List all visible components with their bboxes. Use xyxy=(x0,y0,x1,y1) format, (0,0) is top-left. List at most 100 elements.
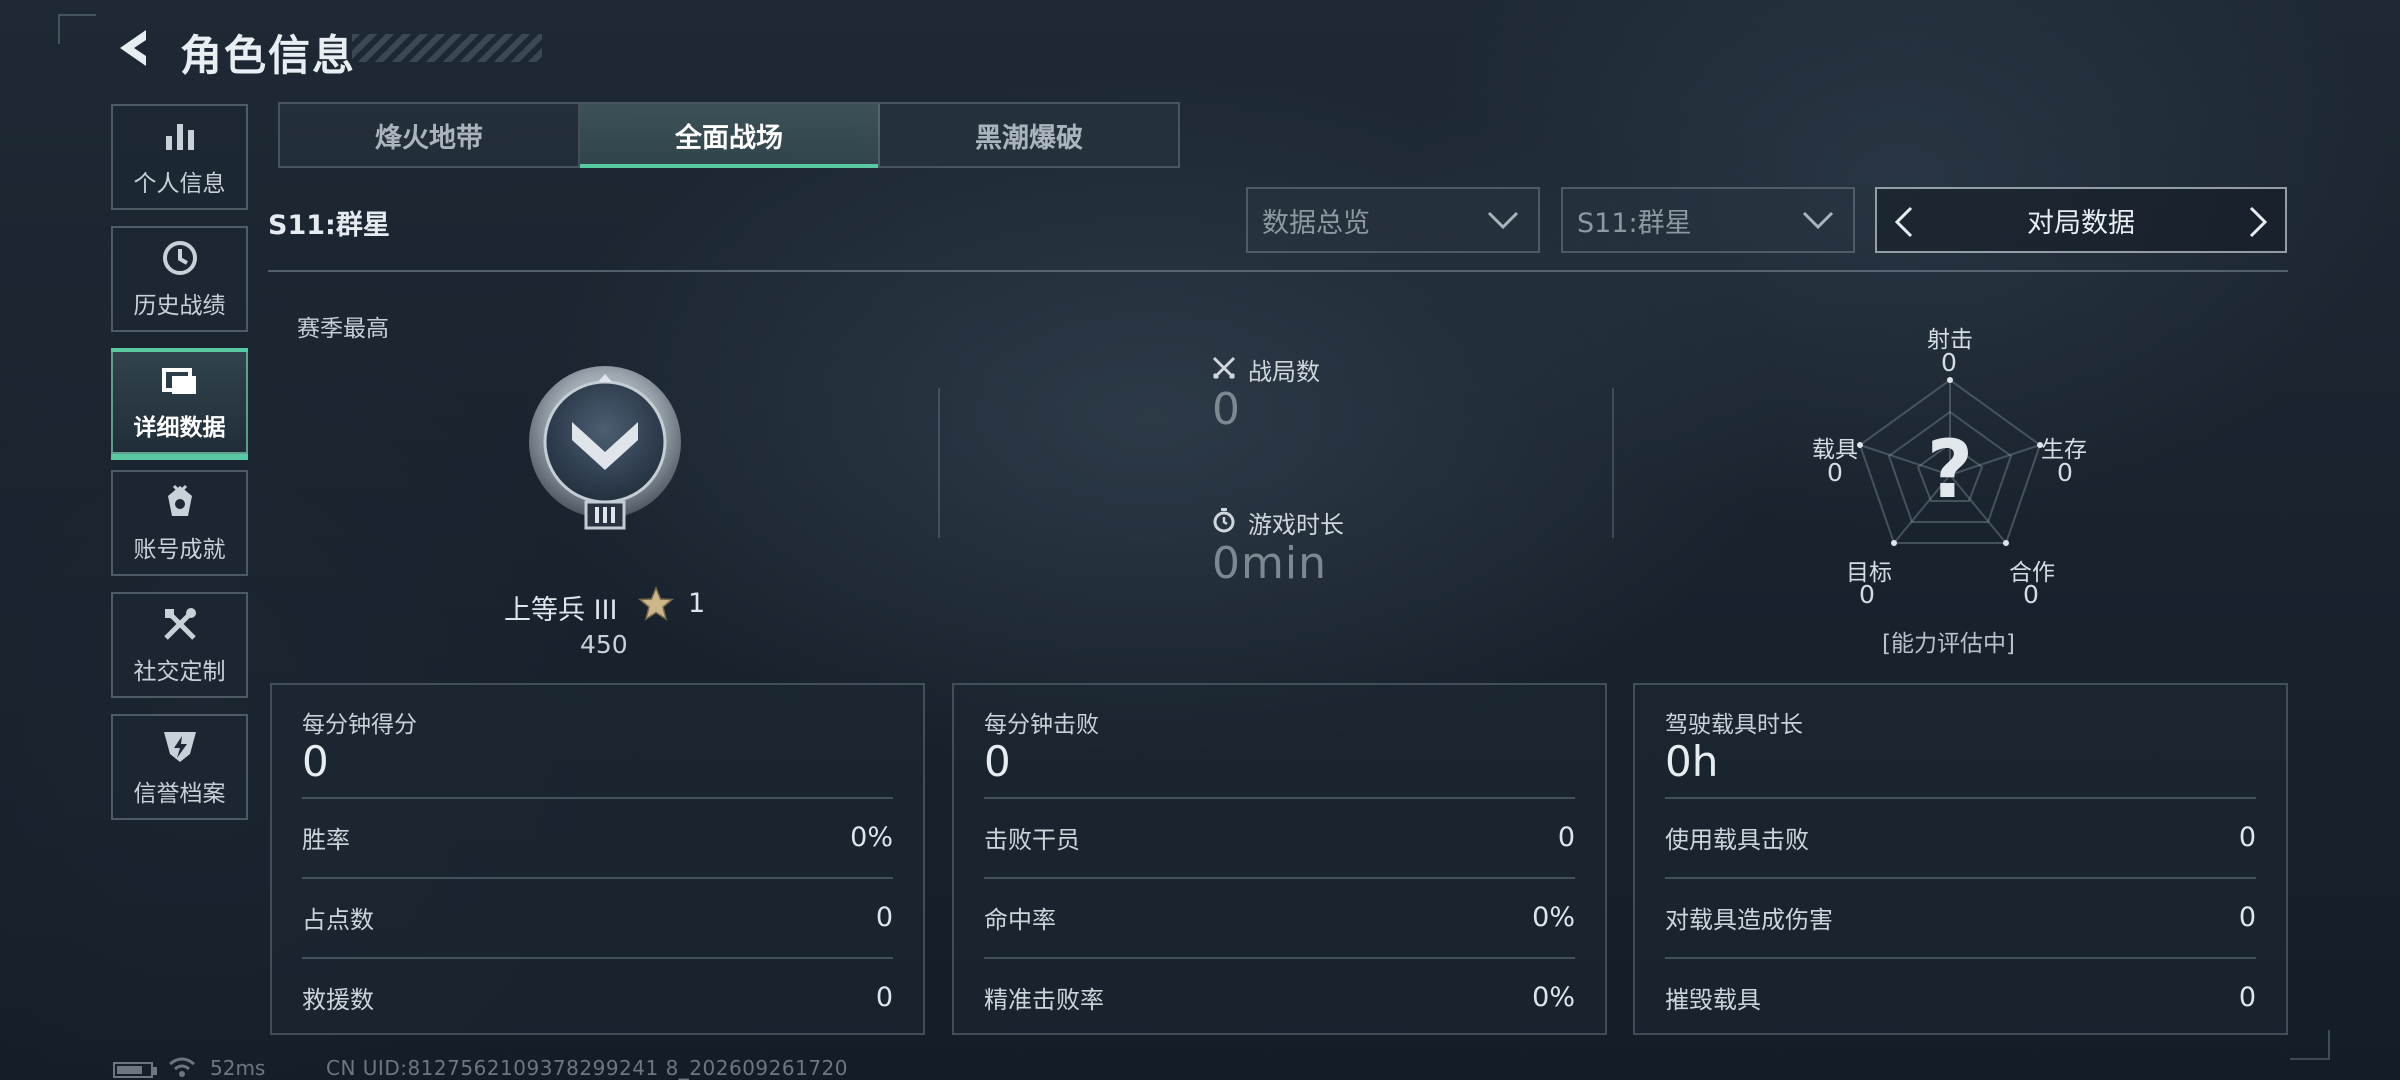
panel-value: 0 xyxy=(984,737,1011,786)
vehicle-panel: 驾驶载具时长 0h 使用载具击败 0 对载具造成伤害 0 摧毁载具 0 xyxy=(1633,683,2288,1035)
panel-value: 0 xyxy=(302,737,329,786)
stat-row: 精准击败率 0% xyxy=(984,967,1575,1027)
divider xyxy=(1665,797,2256,799)
wifi-icon xyxy=(169,1057,195,1077)
stat-row: 对载具造成伤害 0 xyxy=(1665,887,2256,947)
stat-row: 击败干员 0 xyxy=(984,807,1575,867)
playtime-label: 游戏时长 xyxy=(1248,511,1344,539)
sidebar-item-label: 历史战绩 xyxy=(133,293,226,319)
season-best-label: 赛季最高 xyxy=(297,316,389,342)
stopwatch-icon xyxy=(1213,508,1235,533)
radar-center-mark: ? xyxy=(1927,423,1973,516)
panel-title: 每分钟击败 xyxy=(984,712,1099,738)
divider xyxy=(1665,877,2256,879)
uid-text: CN UID:8127562109378299241 8_20260926172… xyxy=(326,1056,849,1080)
stat-value: 0 xyxy=(875,981,893,1013)
tools-icon xyxy=(163,608,196,640)
stat-label: 使用载具击败 xyxy=(1665,825,1809,854)
ping-text: 52ms xyxy=(210,1056,266,1080)
battery-icon xyxy=(113,1062,157,1078)
chevron-down-icon xyxy=(1802,211,1834,230)
sidebar-item-label: 账号成就 xyxy=(133,537,226,563)
ability-radar-chart: ? xyxy=(1857,377,2043,546)
kills-panel: 每分钟击败 0 击败干员 0 命中率 0% 精准击败率 0% xyxy=(952,683,1607,1035)
radar-axis-value: 0 xyxy=(1859,580,1875,609)
star-count: 1 xyxy=(688,588,706,619)
stat-value: 0 xyxy=(2238,981,2256,1013)
divider xyxy=(984,877,1575,879)
radar-axis-value: 0 xyxy=(1827,458,1843,487)
divider xyxy=(302,877,893,879)
shield-bolt-icon xyxy=(163,732,196,762)
rank-points: 450 xyxy=(580,630,628,659)
stat-label: 对载具造成伤害 xyxy=(1665,905,1833,934)
sidebar-item-social-custom[interactable]: 社交定制 xyxy=(111,592,248,698)
chevron-left-icon[interactable] xyxy=(1891,205,1917,239)
stat-label: 击败干员 xyxy=(984,825,1080,854)
back-arrow-icon[interactable] xyxy=(112,26,156,70)
crossed-swords-icon xyxy=(1212,356,1236,380)
sidebar-item-history[interactable]: 历史战绩 xyxy=(111,226,248,332)
panel-value: 0h xyxy=(1665,737,1719,786)
score-panel: 每分钟得分 0 胜率 0% 占点数 0 救援数 0 xyxy=(270,683,925,1035)
matches-value: 0 xyxy=(1212,384,1241,435)
stat-value: 0 xyxy=(1557,821,1575,853)
divider xyxy=(984,797,1575,799)
radar-axis-value: 0 xyxy=(1941,348,1957,377)
data-type-switcher: 对局数据 xyxy=(1875,187,2287,253)
stat-row: 占点数 0 xyxy=(302,887,893,947)
title-decoration xyxy=(352,34,542,62)
sidebar-item-label: 信誉档案 xyxy=(133,781,226,807)
radar-axis-value: 0 xyxy=(2023,580,2039,609)
rank-badge-icon xyxy=(529,366,681,530)
tab-blacktide-demolition[interactable]: 黑潮爆破 xyxy=(880,104,1178,166)
stat-row: 救援数 0 xyxy=(302,967,893,1027)
stat-value: 0% xyxy=(1532,981,1575,1013)
stat-value: 0 xyxy=(875,901,893,933)
hud-corner xyxy=(58,14,96,44)
page-title: 角色信息 xyxy=(180,31,357,80)
chevron-right-icon[interactable] xyxy=(2245,205,2271,239)
stat-label: 命中率 xyxy=(984,905,1056,934)
hud-corner xyxy=(2290,1030,2330,1060)
stat-row: 胜率 0% xyxy=(302,807,893,867)
stat-label: 精准击败率 xyxy=(984,985,1104,1014)
mode-tabs: 烽火地带 全面战场 黑潮爆破 xyxy=(278,102,1180,168)
tab-full-battlefield[interactable]: 全面战场 xyxy=(580,104,880,168)
bar-chart-icon xyxy=(165,124,194,150)
sidebar-item-reputation[interactable]: 信誉档案 xyxy=(111,714,248,820)
stat-label: 占点数 xyxy=(302,905,374,934)
matches-label: 战局数 xyxy=(1248,358,1320,386)
stat-value: 0 xyxy=(2238,821,2256,853)
stat-row: 摧毁载具 0 xyxy=(1665,967,2256,1027)
season-dropdown[interactable]: S11:群星 xyxy=(1561,187,1855,253)
sidebar-item-label: 详细数据 xyxy=(133,415,226,441)
stat-row: 使用载具击败 0 xyxy=(1665,807,2256,867)
chevron-down-icon xyxy=(1487,211,1519,230)
stat-label: 摧毁载具 xyxy=(1665,985,1761,1014)
sidebar-item-achievements[interactable]: 账号成就 xyxy=(111,470,248,576)
stat-value: 0% xyxy=(1532,901,1575,933)
sidebar-item-detailed-data[interactable]: 详细数据 xyxy=(111,348,248,460)
divider xyxy=(302,957,893,959)
stat-value: 0 xyxy=(2238,901,2256,933)
sidebar-item-label: 社交定制 xyxy=(133,659,226,685)
radar-axis-value: 0 xyxy=(2057,458,2073,487)
dropdown-value: 数据总览 xyxy=(1262,207,1370,239)
dropdown-value: S11:群星 xyxy=(1577,207,1692,239)
season-title: S11:群星 xyxy=(268,210,390,241)
playtime-value: 0min xyxy=(1212,538,1327,589)
switcher-value: 对局数据 xyxy=(2027,207,2135,239)
vertical-divider xyxy=(1612,388,1614,538)
divider xyxy=(984,957,1575,959)
vertical-divider xyxy=(938,388,940,538)
panel-title: 驾驶载具时长 xyxy=(1665,712,1803,738)
tab-warzone[interactable]: 烽火地带 xyxy=(280,104,580,166)
sidebar-item-label: 个人信息 xyxy=(133,171,226,197)
cards-icon xyxy=(161,368,196,394)
panel-title: 每分钟得分 xyxy=(302,712,417,738)
stat-label: 胜率 xyxy=(302,825,350,854)
history-icon xyxy=(162,241,197,275)
sidebar-item-personal-info[interactable]: 个人信息 xyxy=(111,104,248,210)
overview-dropdown[interactable]: 数据总览 xyxy=(1246,187,1540,253)
